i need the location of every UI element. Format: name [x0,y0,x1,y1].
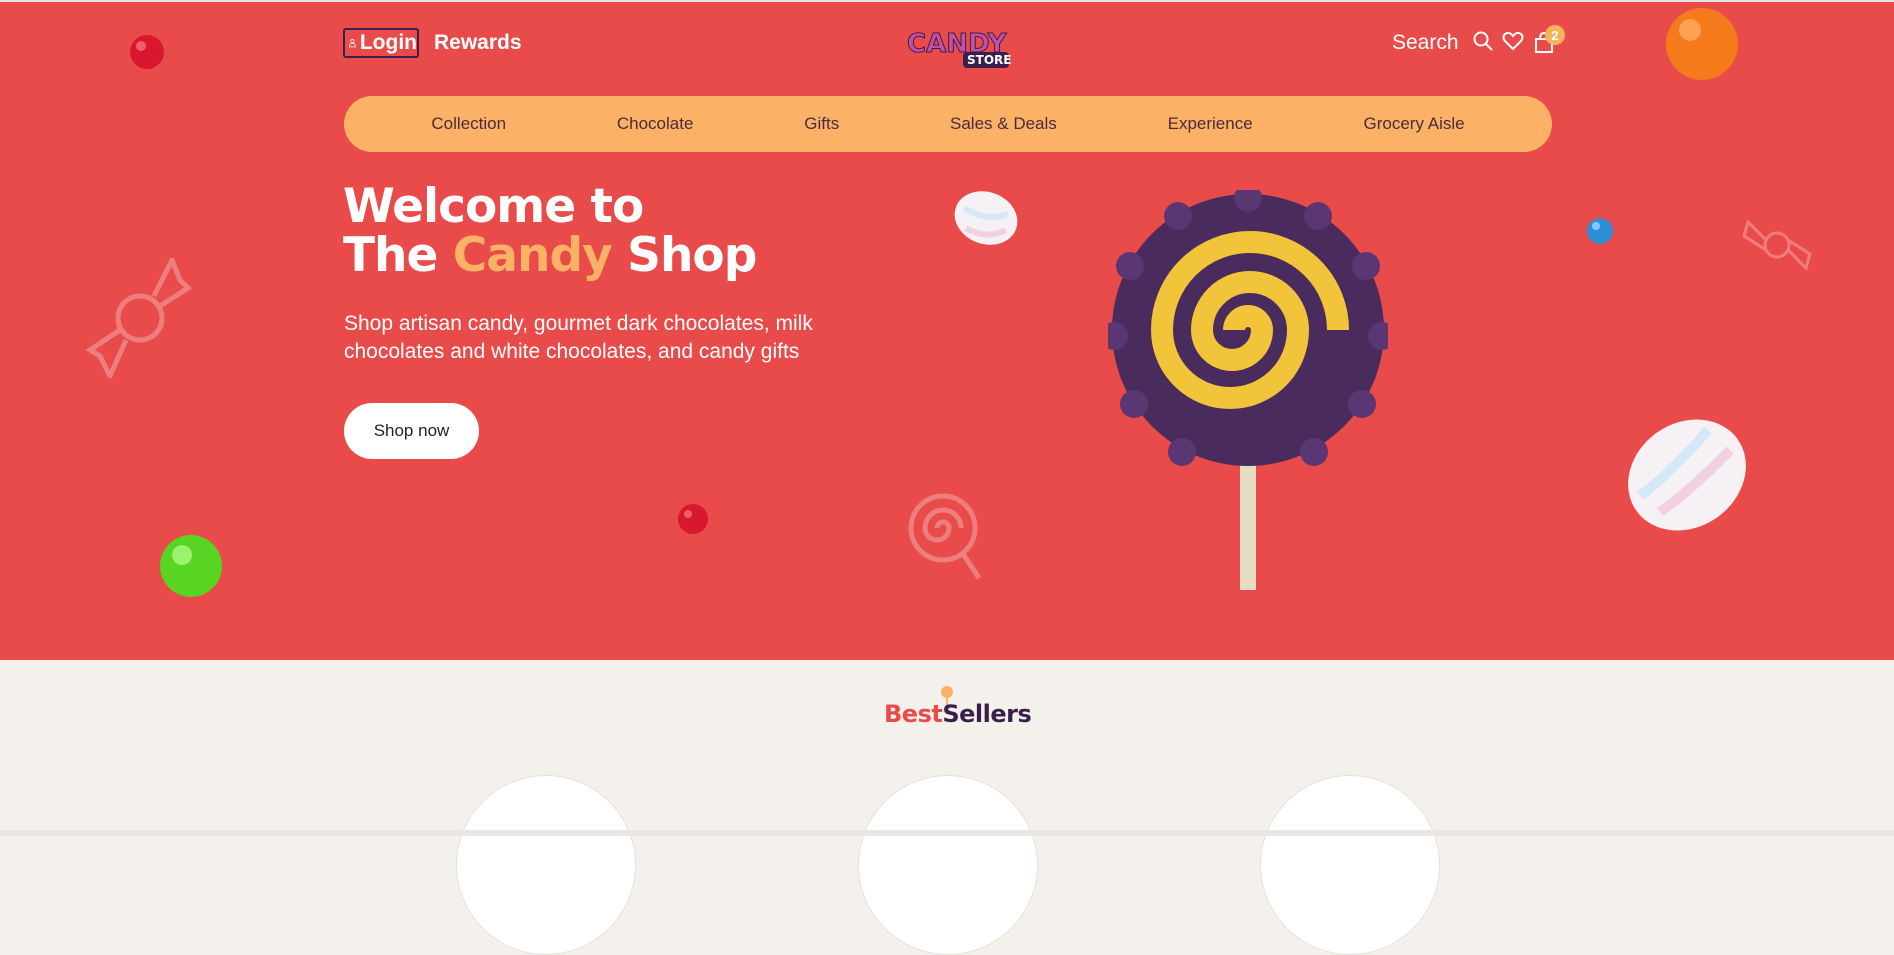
user-icon [349,38,356,48]
hero-subtitle: Shop artisan candy, gourmet dark chocola… [344,312,813,363]
lollipop-hero-image [1108,190,1388,590]
nav-item-experience[interactable]: Experience [1168,114,1253,134]
top-border [0,0,1894,2]
wrapped-candy-outline-decoration [85,258,192,378]
page-bottom-edge [0,830,1894,836]
product-card[interactable] [456,775,636,955]
wrapped-candy-small-outline-decoration [1742,219,1812,271]
search-icon[interactable] [1472,30,1494,52]
hero-title-shop: Shop [627,228,757,283]
login-label: Login [359,31,417,54]
nav-item-sales-deals[interactable]: Sales & Deals [950,114,1057,134]
hero-title-line1: Welcome to [343,179,644,234]
product-card[interactable] [1260,775,1440,955]
marshmallow-large-decoration [1628,419,1746,531]
red-gumball-small-decoration [678,504,708,534]
nav-item-gifts[interactable]: Gifts [804,114,839,134]
orange-gumball-decoration [1666,8,1738,80]
cart-count-badge: 2 [1545,25,1565,45]
nav-item-chocolate[interactable]: Chocolate [617,114,694,134]
login-button[interactable]: Login [343,28,419,58]
nav-item-collection[interactable]: Collection [431,114,506,134]
lollipop-outline-decoration [908,493,982,580]
heart-icon[interactable] [1502,30,1524,52]
search-link[interactable]: Search [1392,31,1459,55]
red-gumball-decoration [130,35,164,69]
hero-title: Welcome to The Candy Shop [343,179,757,283]
blue-gumball-decoration [1587,218,1613,244]
nav-item-grocery-aisle[interactable]: Grocery Aisle [1363,114,1464,134]
main-nav: Collection Chocolate Gifts Sales & Deals… [344,96,1552,152]
logo-text-bottom: STORE [967,53,1011,67]
hero-title-the: The [343,228,438,283]
shop-now-button[interactable]: Shop now [344,403,479,459]
product-card[interactable] [858,775,1038,955]
bestsellers-heading: BestSellers [884,700,1032,728]
marshmallow-decoration [954,191,1018,245]
bestsellers-heading-part1: Best [884,700,943,728]
green-gumball-decoration [160,535,222,597]
rewards-link[interactable]: Rewards [434,31,522,55]
hero-title-candy: Candy [452,228,613,283]
candy-store-logo[interactable]: CANDY STORE [905,26,1011,70]
bestsellers-heading-part2: Sellers [942,700,1032,728]
